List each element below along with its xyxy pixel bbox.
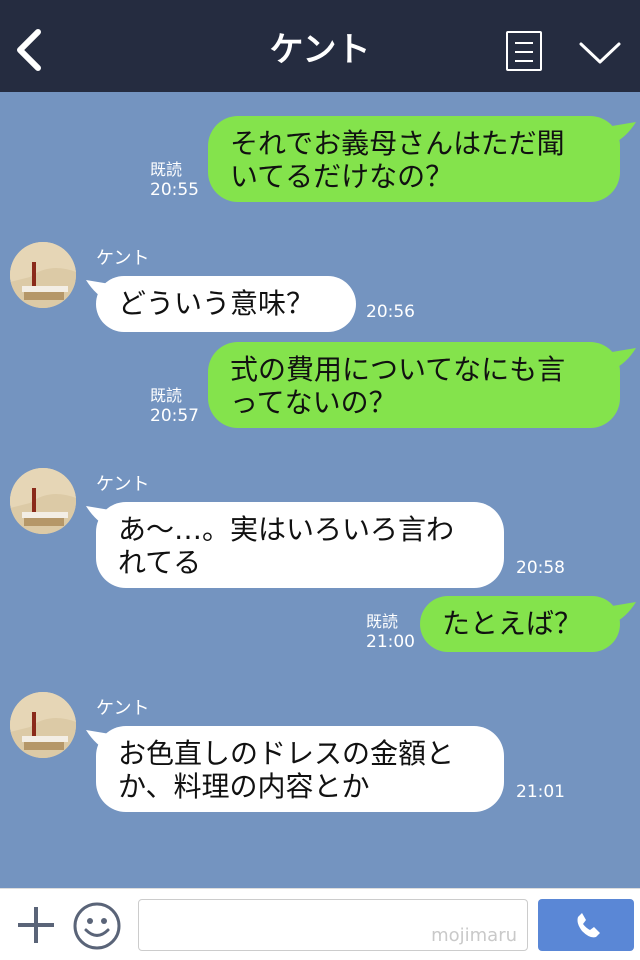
message-meta: 既読 20:55 [150, 160, 204, 200]
avatar[interactable] [10, 468, 76, 534]
message-line: 式の費用についてなにも言 [230, 353, 566, 386]
message-meta: 既読 21:00 [366, 612, 420, 652]
message-line: か、料理の内容とか [118, 770, 370, 803]
message-line: どういう意味？ [118, 287, 315, 320]
message-input[interactable]: mojimaru [138, 899, 528, 951]
smiley-icon[interactable] [72, 901, 122, 951]
message-time: 20:58 [516, 558, 565, 578]
phone-icon [577, 913, 600, 938]
bubble-tail [612, 348, 636, 370]
outgoing-message[interactable]: たとえば？ [420, 596, 620, 652]
read-receipt: 既読 [150, 386, 183, 405]
avatar[interactable] [10, 242, 76, 308]
incoming-message[interactable]: どういう意味？ [96, 276, 356, 332]
sender-name: ケント [96, 248, 150, 269]
message-time: 20:57 [150, 406, 199, 426]
message-time: 20:56 [366, 302, 415, 322]
message-meta: 既読 20:57 [150, 386, 204, 426]
outgoing-message[interactable]: それでお義母さんはただ聞 いてるだけなの？ [208, 116, 620, 202]
message-time: 21:00 [366, 632, 415, 652]
read-receipt: 既読 [366, 612, 399, 631]
call-button[interactable] [538, 899, 634, 951]
outgoing-message[interactable]: 式の費用についてなにも言 ってないの？ [208, 342, 620, 428]
chevron-down-icon[interactable] [578, 38, 622, 68]
message-line: あ〜…。実はいろいろ言わ [118, 513, 455, 546]
incoming-message[interactable]: あ〜…。実はいろいろ言わ れてる [96, 502, 504, 588]
bubble-tail [612, 122, 636, 144]
message-line: いてるだけなの？ [230, 160, 454, 193]
incoming-message[interactable]: お色直しのドレスの金額と か、料理の内容とか [96, 726, 504, 812]
chat-area[interactable]: 既読 20:55 それでお義母さんはただ聞 いてるだけなの？ ケント どういう意… [0, 92, 640, 888]
bubble-tail [612, 602, 636, 624]
chat-title: ケント [269, 30, 371, 70]
menu-icon[interactable] [506, 31, 542, 71]
header-bar: ケント [0, 0, 640, 92]
message-time: 20:55 [150, 180, 199, 200]
message-line: お色直しのドレスの金額と [118, 737, 455, 770]
message-line: それでお義母さんはただ聞 [230, 127, 565, 160]
message-time: 21:01 [516, 782, 565, 802]
input-bar: mojimaru [0, 888, 640, 960]
message-line: たとえば？ [442, 607, 583, 640]
watermark: mojimaru [431, 925, 517, 946]
avatar[interactable] [10, 692, 76, 758]
sender-name: ケント [96, 474, 150, 495]
message-line: ってないの？ [230, 386, 397, 419]
sender-name: ケント [96, 698, 150, 719]
read-receipt: 既読 [150, 160, 183, 179]
message-line: れてる [118, 546, 202, 579]
plus-icon[interactable] [14, 903, 58, 947]
